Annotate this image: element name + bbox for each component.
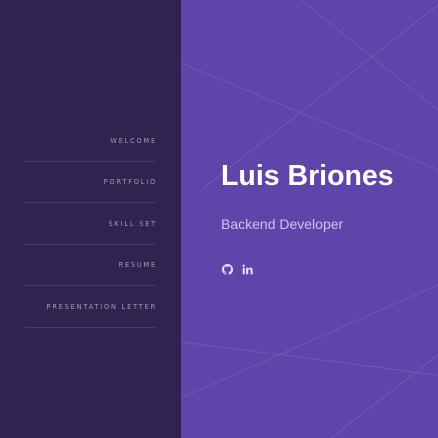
github-link[interactable] [221, 263, 233, 275]
nav-item-label: PRESENTATION LETTER [46, 302, 157, 311]
nav-item-skill-set[interactable]: SKILL SET [25, 203, 156, 245]
nav-item-label: SKILL SET [108, 219, 157, 228]
social-links [221, 263, 253, 275]
linkedin-icon [242, 264, 253, 274]
profile-name: Luis Briones [221, 160, 394, 192]
profile-role: Backend Developer [221, 216, 344, 232]
nav-item-resume[interactable]: RESUME [25, 245, 157, 286]
sidebar: WELCOME PORTFOLIO SKILL SET RESUME PRESE… [0, 0, 181, 438]
nav-item-portfolio[interactable]: PORTFOLIO [25, 162, 157, 203]
nav-item-label: PORTFOLIO [103, 178, 157, 187]
nav-item-label: WELCOME [110, 136, 157, 145]
nav-item-welcome[interactable]: WELCOME [25, 120, 156, 162]
linkedin-link[interactable] [241, 263, 253, 275]
hero-panel: Luis Briones Backend Developer [181, 0, 438, 438]
nav-item-label: RESUME [118, 261, 157, 270]
nav-item-presentation-letter[interactable]: PRESENTATION LETTER [25, 286, 156, 328]
sidebar-nav: WELCOME PORTFOLIO SKILL SET RESUME PRESE… [25, 120, 156, 328]
github-icon [221, 263, 233, 275]
